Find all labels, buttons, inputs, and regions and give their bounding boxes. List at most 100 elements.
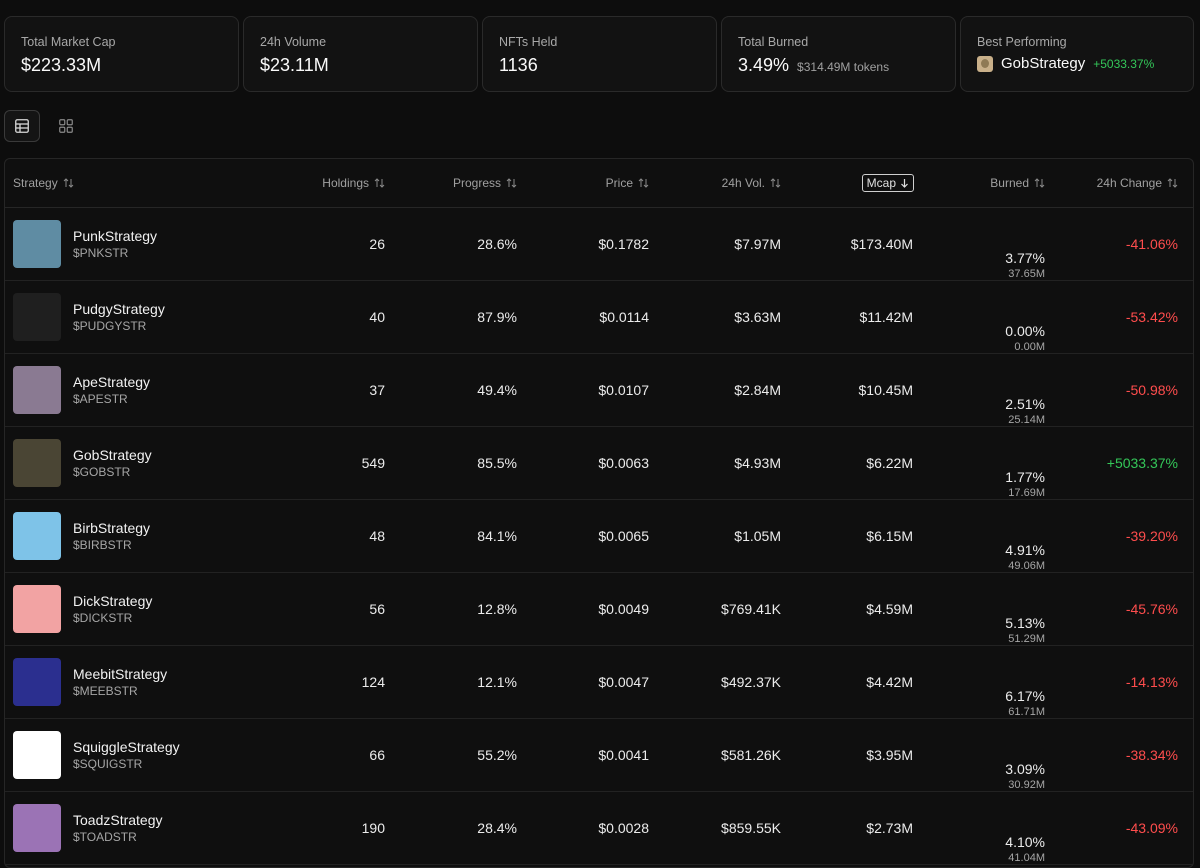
sort-icon [638, 178, 649, 188]
burned-amount: 51.29M [1008, 633, 1045, 645]
stat-value: 1136 [499, 55, 538, 75]
burned-percent: 1.77% [1005, 469, 1045, 485]
stat-card-best-performing[interactable]: Best Performing GobStrategy +5033.37% [960, 16, 1194, 92]
burned-cell: 5.13% 51.29M [914, 573, 1045, 645]
sort-icon [374, 178, 385, 188]
column-header-volume[interactable]: 24h Vol. [649, 159, 781, 207]
mcap-cell: $4.42M [866, 674, 913, 690]
strategy-ticker: $PNKSTR [73, 246, 129, 260]
view-toggle [4, 110, 84, 142]
burned-percent: 4.91% [1005, 542, 1045, 558]
burned-cell: 3.77% 37.65M [914, 208, 1045, 280]
table-row[interactable]: GobStrategy $GOBSTR 549 85.5% $0.0063 $4… [5, 427, 1193, 500]
burned-cell: 4.10% 41.04M [914, 792, 1045, 864]
strategy-avatar [13, 585, 61, 633]
burned-amount: 37.65M [1008, 268, 1045, 280]
table-row[interactable]: DickStrategy $DICKSTR 56 12.8% $0.0049 $… [5, 573, 1193, 646]
mcap-sort-active[interactable]: Mcap [861, 174, 914, 192]
column-header-price[interactable]: Price [517, 159, 649, 207]
strategy-ticker: $GOBSTR [73, 465, 131, 479]
stat-card-total-burned: Total Burned 3.49% $314.49M tokens [721, 16, 956, 92]
strategy-name-block: PudgyStrategy $PUDGYSTR [73, 301, 165, 333]
column-header-strategy[interactable]: Strategy [13, 159, 74, 207]
burned-percent: 3.77% [1005, 250, 1045, 266]
sort-icon [63, 178, 74, 188]
table-row[interactable]: ApeStrategy $APESTR 37 49.4% $0.0107 $2.… [5, 354, 1193, 427]
strategy-ticker: $TOADSTR [73, 830, 137, 844]
strategy-name-block: PunkStrategy $PNKSTR [73, 228, 157, 260]
burned-percent: 0.00% [1005, 323, 1045, 339]
burned-percent: 4.10% [1005, 834, 1045, 850]
burned-cell: 4.91% 49.06M [914, 500, 1045, 572]
price-cell: $0.0063 [598, 455, 649, 471]
table-row[interactable]: MeebitStrategy $MEEBSTR 124 12.1% $0.004… [5, 646, 1193, 719]
strategy-name: DickStrategy [73, 593, 153, 609]
stat-card-market-cap: Total Market Cap $223.33M [4, 16, 239, 92]
stat-value: $223.33M [21, 55, 102, 75]
strategy-avatar [13, 220, 61, 268]
strategy-name-block: ToadzStrategy $TOADSTR [73, 812, 163, 844]
holdings-cell: 56 [369, 601, 385, 617]
strategy-avatar [13, 804, 61, 852]
column-label: Progress [452, 176, 501, 190]
strategy-name: MeebitStrategy [73, 666, 168, 682]
strategy-ticker: $PUDGYSTR [73, 319, 147, 333]
price-cell: $0.0041 [598, 747, 649, 763]
column-header-24h-change[interactable]: 24h Change [1045, 159, 1178, 207]
burned-amount: 17.69M [1008, 487, 1045, 499]
mcap-cell: $10.45M [858, 382, 913, 398]
column-header-progress[interactable]: Progress [385, 159, 517, 207]
strategy-avatar [13, 293, 61, 341]
grid-view-button[interactable] [48, 110, 84, 142]
mcap-cell: $6.22M [866, 455, 913, 471]
column-label: Holdings [322, 176, 369, 190]
stat-label: 24h Volume [260, 35, 327, 49]
strategy-name-block: SquiggleStrategy $SQUIGSTR [73, 739, 180, 771]
volume-cell: $1.05M [734, 528, 781, 544]
volume-cell: $3.63M [734, 309, 781, 325]
strategy-avatar [13, 512, 61, 560]
table-row[interactable]: SquiggleStrategy $SQUIGSTR 66 55.2% $0.0… [5, 719, 1193, 792]
sort-icon [1167, 178, 1178, 188]
table-row[interactable]: PunkStrategy $PNKSTR 26 28.6% $0.1782 $7… [5, 208, 1193, 281]
table-row[interactable]: PudgyStrategy $PUDGYSTR 40 87.9% $0.0114… [5, 281, 1193, 354]
burned-cell: 0.00% 0.00M [914, 281, 1045, 353]
strategy-ticker: $MEEBSTR [73, 684, 138, 698]
volume-cell: $769.41K [721, 601, 781, 617]
burned-cell: 6.17% 61.71M [914, 646, 1045, 718]
table-row[interactable]: BirbStrategy $BIRBSTR 48 84.1% $0.0065 $… [5, 500, 1193, 573]
table-view-button[interactable] [4, 110, 40, 142]
stat-label: Best Performing [977, 35, 1067, 49]
holdings-cell: 48 [369, 528, 385, 544]
burned-cell: 3.09% 30.92M [914, 719, 1045, 791]
table-row[interactable]: ToadzStrategy $TOADSTR 190 28.4% $0.0028… [5, 792, 1193, 865]
volume-cell: $492.37K [721, 674, 781, 690]
strategy-name: SquiggleStrategy [73, 739, 180, 755]
progress-cell: 28.6% [477, 236, 517, 252]
burned-percent: 5.13% [1005, 615, 1045, 631]
table-body: PunkStrategy $PNKSTR 26 28.6% $0.1782 $7… [5, 208, 1193, 865]
holdings-cell: 66 [369, 747, 385, 763]
column-header-burned[interactable]: Burned [914, 159, 1045, 207]
column-label: Burned [990, 176, 1029, 190]
column-header-holdings[interactable]: Holdings [255, 159, 385, 207]
price-cell: $0.1782 [598, 236, 649, 252]
strategy-name-block: BirbStrategy $BIRBSTR [73, 520, 150, 552]
mcap-cell: $6.15M [866, 528, 913, 544]
burned-percent: 3.09% [1005, 761, 1045, 777]
strategy-name: PudgyStrategy [73, 301, 165, 317]
column-header-mcap[interactable]: Mcap [781, 159, 914, 207]
price-cell: $0.0028 [598, 820, 649, 836]
holdings-cell: 37 [369, 382, 385, 398]
progress-cell: 85.5% [477, 455, 517, 471]
change-cell: +5033.37% [1106, 455, 1178, 471]
strategy-ticker: $SQUIGSTR [73, 757, 143, 771]
column-label: 24h Vol. [721, 176, 765, 190]
burned-amount: 0.00M [1014, 341, 1045, 353]
strategy-avatar [13, 439, 61, 487]
column-label: 24h Change [1096, 176, 1162, 190]
progress-cell: 12.1% [477, 674, 517, 690]
burned-amount: 25.14M [1008, 414, 1045, 426]
stat-subvalue: $314.49M tokens [797, 60, 890, 74]
volume-cell: $2.84M [734, 382, 781, 398]
